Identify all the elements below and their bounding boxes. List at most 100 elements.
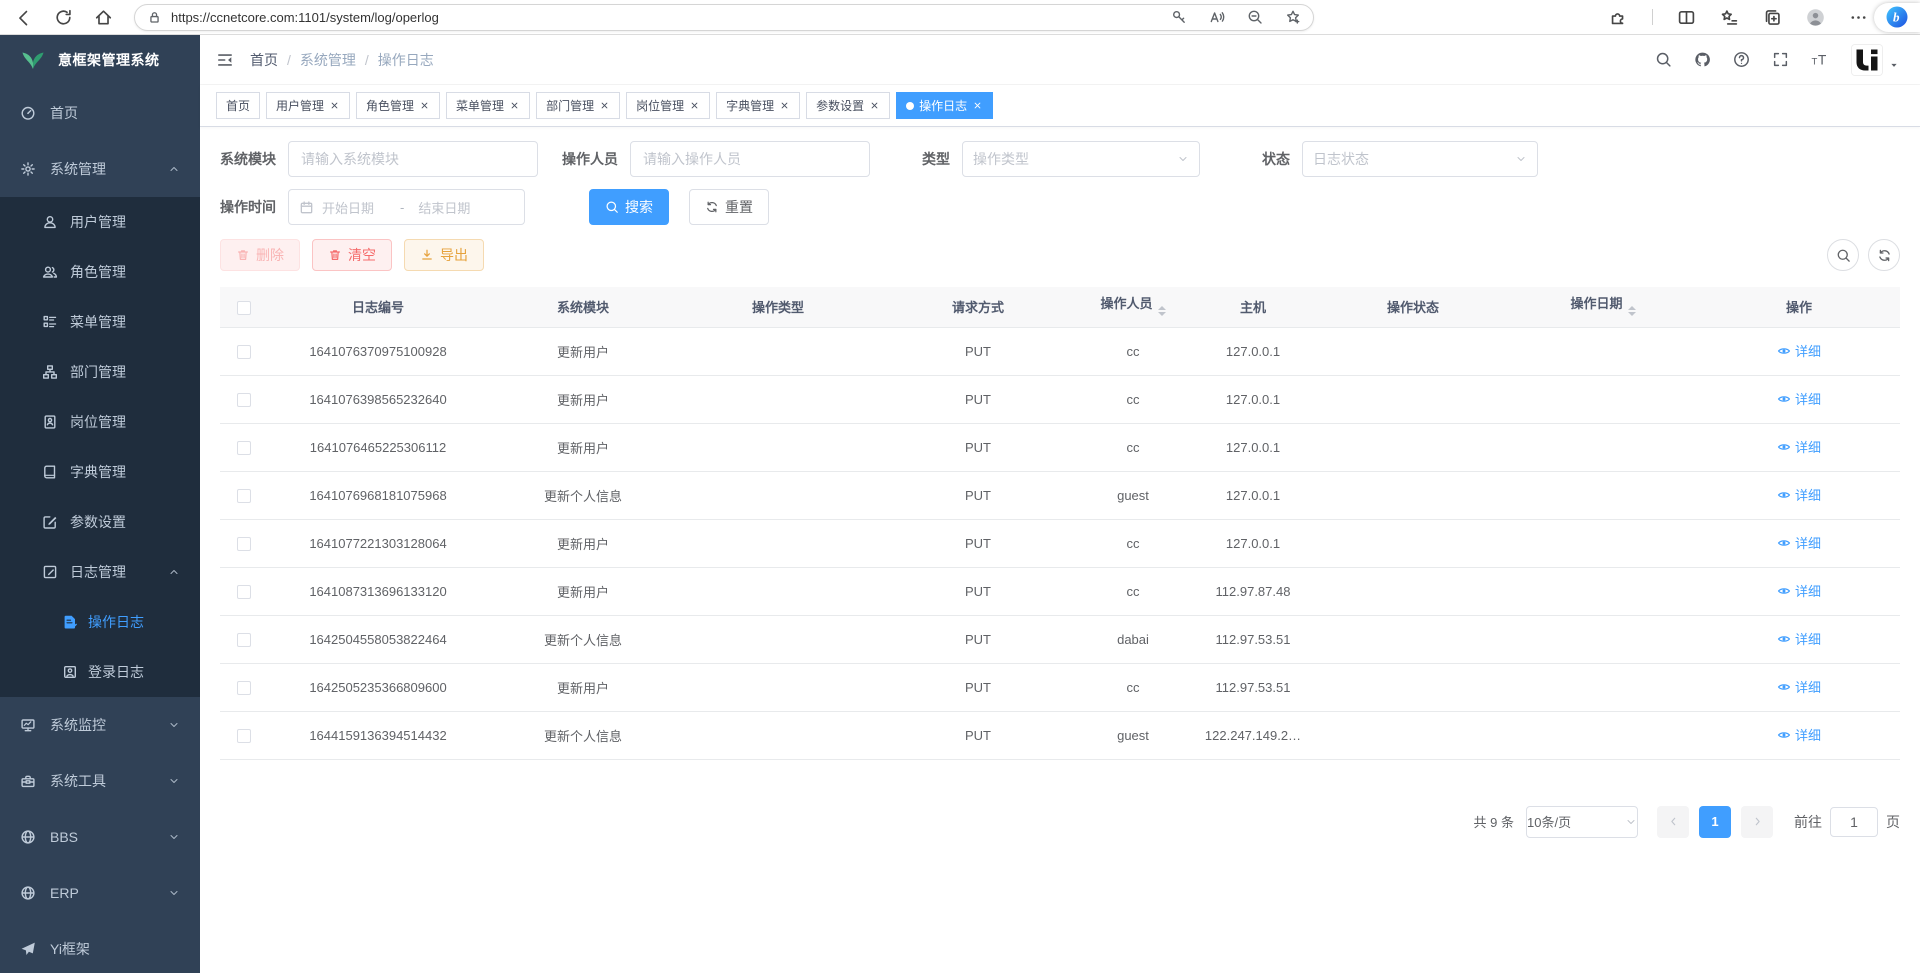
- detail-link[interactable]: 详细: [1777, 341, 1821, 360]
- browser-home-icon[interactable]: [94, 8, 113, 27]
- bing-sidebar-button[interactable]: b: [1874, 3, 1920, 32]
- row-checkbox[interactable]: [237, 585, 251, 599]
- tab-role-management[interactable]: 角色管理: [356, 92, 440, 119]
- table-refresh-button[interactable]: [1868, 239, 1900, 271]
- detail-link[interactable]: 详细: [1777, 581, 1821, 600]
- end-date-placeholder[interactable]: 结束日期: [418, 198, 470, 217]
- breadcrumb-system-management[interactable]: 系统管理: [300, 50, 356, 70]
- tab-menu-management[interactable]: 菜单管理: [446, 92, 530, 119]
- help-icon[interactable]: [1733, 51, 1750, 68]
- font-size-icon[interactable]: TT: [1811, 51, 1828, 68]
- date-range-input[interactable]: 开始日期 - 结束日期: [288, 189, 525, 225]
- zoom-out-icon[interactable]: [1247, 9, 1263, 25]
- page-size-select[interactable]: 10条/页: [1526, 806, 1638, 838]
- close-icon[interactable]: [329, 100, 340, 111]
- sidebar-item-dept-management[interactable]: 部门管理: [0, 347, 200, 397]
- page-1-button[interactable]: 1: [1699, 806, 1731, 838]
- sidebar-item-system-management[interactable]: 系统管理: [0, 141, 200, 197]
- favorites-icon[interactable]: [1720, 8, 1739, 27]
- tab-post-management[interactable]: 岗位管理: [626, 92, 710, 119]
- split-screen-icon[interactable]: [1677, 8, 1696, 27]
- sidebar-item-log-management[interactable]: 日志管理: [0, 547, 200, 597]
- sort-caret-icon[interactable]: [1628, 302, 1636, 320]
- row-checkbox[interactable]: [237, 393, 251, 407]
- sidebar-item-home[interactable]: 首页: [0, 85, 200, 141]
- next-page-button[interactable]: [1741, 806, 1773, 838]
- tab-oper-log[interactable]: 操作日志: [896, 92, 993, 119]
- read-aloud-icon[interactable]: [1209, 9, 1225, 25]
- tab-home[interactable]: 首页: [216, 92, 260, 119]
- avatar-caret-icon[interactable]: [1888, 59, 1900, 71]
- detail-link[interactable]: 详细: [1777, 629, 1821, 648]
- tab-dict-management[interactable]: 字典管理: [716, 92, 800, 119]
- detail-link[interactable]: 详细: [1777, 533, 1821, 552]
- close-icon[interactable]: [972, 100, 983, 111]
- detail-link[interactable]: 详细: [1777, 437, 1821, 456]
- lock-icon[interactable]: [147, 10, 162, 25]
- sidebar-item-post-management[interactable]: 岗位管理: [0, 397, 200, 447]
- user-avatar[interactable]: [1852, 45, 1882, 75]
- sidebar-item-bbs[interactable]: BBS: [0, 809, 200, 865]
- tab-user-management[interactable]: 用户管理: [266, 92, 350, 119]
- password-icon[interactable]: [1171, 9, 1187, 25]
- sidebar-item-yi-framework[interactable]: Yi框架: [0, 921, 200, 973]
- header-search-icon[interactable]: [1655, 51, 1672, 68]
- tab-dept-management[interactable]: 部门管理: [536, 92, 620, 119]
- operator-filter-input[interactable]: [630, 141, 870, 177]
- browser-menu-icon[interactable]: [1849, 8, 1868, 27]
- sidebar-item-menu-management[interactable]: 菜单管理: [0, 297, 200, 347]
- row-checkbox[interactable]: [237, 441, 251, 455]
- close-icon[interactable]: [599, 100, 610, 111]
- row-checkbox[interactable]: [237, 729, 251, 743]
- extensions-icon[interactable]: [1609, 8, 1628, 27]
- close-icon[interactable]: [509, 100, 520, 111]
- sidebar-item-user-management[interactable]: 用户管理: [0, 197, 200, 247]
- search-button[interactable]: 搜索: [589, 189, 669, 225]
- show-search-toggle-button[interactable]: [1827, 239, 1859, 271]
- browser-profile-avatar[interactable]: [1806, 8, 1825, 27]
- detail-link[interactable]: 详细: [1777, 389, 1821, 408]
- prev-page-button[interactable]: [1657, 806, 1689, 838]
- row-checkbox[interactable]: [237, 633, 251, 647]
- sidebar-item-role-management[interactable]: 角色管理: [0, 247, 200, 297]
- fullscreen-icon[interactable]: [1772, 51, 1789, 68]
- column-header-4[interactable]: 操作人员: [1078, 287, 1188, 327]
- module-filter-input[interactable]: [288, 141, 538, 177]
- row-checkbox[interactable]: [237, 681, 251, 695]
- status-filter-select[interactable]: 日志状态: [1302, 141, 1538, 177]
- browser-reload-icon[interactable]: [54, 8, 73, 27]
- close-icon[interactable]: [689, 100, 700, 111]
- type-filter-select[interactable]: 操作类型: [962, 141, 1200, 177]
- column-header-7[interactable]: 操作日期: [1508, 287, 1698, 327]
- reset-button[interactable]: 重置: [689, 189, 769, 225]
- detail-link[interactable]: 详细: [1777, 677, 1821, 696]
- row-checkbox[interactable]: [237, 537, 251, 551]
- sidebar-item-oper-log[interactable]: 操作日志: [0, 597, 200, 647]
- sidebar-item-dict-management[interactable]: 字典管理: [0, 447, 200, 497]
- sidebar-item-erp[interactable]: ERP: [0, 865, 200, 921]
- row-checkbox[interactable]: [237, 489, 251, 503]
- sidebar-item-param-settings[interactable]: 参数设置: [0, 497, 200, 547]
- url-text[interactable]: https://ccnetcore.com:1101/system/log/op…: [171, 10, 439, 25]
- browser-back-icon[interactable]: [14, 8, 33, 27]
- goto-page-input[interactable]: [1830, 807, 1878, 837]
- delete-button[interactable]: 删除: [220, 239, 300, 271]
- sidebar-item-login-log[interactable]: 登录日志: [0, 647, 200, 697]
- sidebar-item-system-monitor[interactable]: 系统监控: [0, 697, 200, 753]
- clear-button[interactable]: 清空: [312, 239, 392, 271]
- breadcrumb-home[interactable]: 首页: [250, 50, 278, 70]
- export-button[interactable]: 导出: [404, 239, 484, 271]
- tab-param-settings[interactable]: 参数设置: [806, 92, 890, 119]
- add-favorite-icon[interactable]: [1285, 9, 1301, 25]
- sort-caret-icon[interactable]: [1158, 302, 1166, 320]
- collections-icon[interactable]: [1763, 8, 1782, 27]
- sidebar-collapse-icon[interactable]: [216, 51, 234, 69]
- address-bar[interactable]: https://ccnetcore.com:1101/system/log/op…: [134, 4, 1314, 31]
- select-all-checkbox[interactable]: [237, 301, 251, 315]
- close-icon[interactable]: [419, 100, 430, 111]
- app-logo[interactable]: 意框架管理系统: [0, 35, 200, 85]
- detail-link[interactable]: 详细: [1777, 485, 1821, 504]
- sidebar-item-system-tools[interactable]: 系统工具: [0, 753, 200, 809]
- close-icon[interactable]: [779, 100, 790, 111]
- detail-link[interactable]: 详细: [1777, 725, 1821, 744]
